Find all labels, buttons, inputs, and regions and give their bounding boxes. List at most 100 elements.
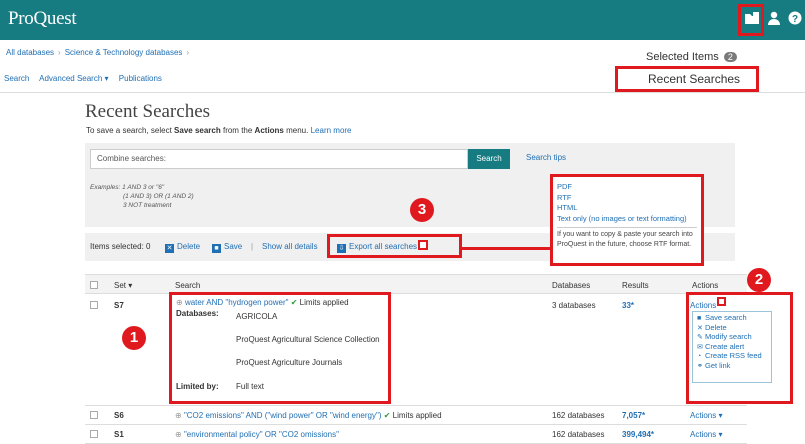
database-item: AGRICOLA bbox=[236, 312, 278, 321]
results-count[interactable]: 399,494* bbox=[622, 430, 654, 439]
save-label: Save bbox=[224, 242, 243, 251]
toolbar-divider: | bbox=[251, 242, 254, 251]
results-count[interactable]: 7,057* bbox=[622, 411, 645, 420]
row-checkbox[interactable] bbox=[90, 301, 98, 309]
db-count: 3 databases bbox=[552, 301, 596, 310]
nav-advanced-search-label: Advanced Search bbox=[39, 74, 103, 83]
subtitle-save-search: Save search bbox=[174, 126, 221, 135]
database-item: ProQuest Agriculture Journals bbox=[236, 358, 343, 367]
actions-dropdown: ■ Save search ✕ Delete ✎ Modify search ✉ Cre… bbox=[692, 311, 772, 383]
export-text-only[interactable]: Text only (no images or text formatting) bbox=[557, 214, 697, 225]
row-checkbox[interactable] bbox=[90, 411, 98, 419]
save-button[interactable]: ■ Save bbox=[212, 242, 242, 253]
db-count: 162 databases bbox=[552, 411, 605, 420]
actions-button[interactable]: Actions ▾ bbox=[690, 430, 722, 439]
items-selected: Items selected: 0 bbox=[90, 242, 151, 251]
check-icon: ✔ bbox=[290, 298, 298, 307]
envelope-icon: ✉ bbox=[697, 343, 703, 351]
chevron-down-icon: ▾ bbox=[104, 74, 109, 83]
nav-search[interactable]: Search bbox=[4, 74, 29, 83]
header-databases: Databases bbox=[552, 281, 591, 290]
folder-highlight-box bbox=[738, 4, 764, 36]
export-rtf[interactable]: RTF bbox=[557, 193, 697, 204]
export-format-menu: PDF RTF HTML Text only (no images or tex… bbox=[550, 174, 704, 266]
examples: Examples: 1 AND 3 or "6" (1 AND 3) OR (1… bbox=[90, 183, 194, 210]
row-checkbox[interactable] bbox=[90, 430, 98, 438]
database-item: ProQuest Agricultural Science Collection bbox=[236, 335, 380, 344]
main-nav: Search Advanced Search ▾ Publications bbox=[4, 74, 170, 83]
save-search-label: Save search bbox=[705, 313, 747, 322]
export-pdf[interactable]: PDF bbox=[557, 182, 697, 193]
nav-publications[interactable]: Publications bbox=[119, 74, 162, 83]
search-button[interactable]: Search bbox=[468, 149, 510, 169]
example-2: (1 AND 3) OR (1 AND 2) bbox=[123, 193, 194, 200]
table-row: S1 ⊕ "environmental policy" OR "CO2 omis… bbox=[85, 425, 747, 444]
set-id: S6 bbox=[114, 411, 124, 420]
proquest-logo[interactable]: ProQuest bbox=[8, 8, 77, 30]
select-all-checkbox[interactable] bbox=[90, 281, 98, 289]
expand-icon[interactable]: ⊕ bbox=[175, 430, 182, 439]
pencil-icon: ✎ bbox=[697, 334, 703, 342]
link-icon: ⚭ bbox=[697, 362, 703, 370]
actions-button[interactable]: Actions ▾ bbox=[690, 411, 722, 420]
export-html[interactable]: HTML bbox=[557, 203, 697, 214]
get-link-item[interactable]: ⚭ Get link bbox=[697, 361, 767, 372]
search-query-link[interactable]: "environmental policy" OR "CO2 omissions… bbox=[184, 430, 339, 439]
export-caret-highlight[interactable] bbox=[418, 240, 428, 250]
set-id: S1 bbox=[114, 430, 124, 439]
help-icon[interactable]: ? bbox=[787, 11, 803, 27]
create-alert-label: Create alert bbox=[705, 341, 745, 351]
check-icon: ✔ bbox=[383, 411, 391, 420]
selected-items[interactable]: Selected Items 2 bbox=[646, 51, 737, 63]
search-query-link[interactable]: water AND "hydrogen power" bbox=[185, 298, 289, 307]
limited-by-value: Full text bbox=[236, 382, 265, 391]
header-actions: Actions bbox=[692, 281, 719, 290]
header-set-label: Set bbox=[114, 281, 127, 290]
combine-searches-input[interactable]: Combine searches: bbox=[90, 149, 468, 169]
results-count[interactable]: 33* bbox=[622, 301, 634, 310]
subtitle-actions: Actions bbox=[254, 126, 284, 135]
example-3: 3 NOT treatment bbox=[123, 202, 172, 209]
delete-label: Delete bbox=[177, 242, 201, 251]
actions-caret-highlight[interactable] bbox=[717, 297, 726, 306]
expand-icon[interactable]: ⊕ bbox=[176, 298, 183, 307]
limits-applied: Limits applied bbox=[299, 298, 349, 307]
recent-searches-link[interactable]: Recent Searches bbox=[615, 66, 759, 92]
search-query: ⊕ "CO2 emissions" AND ("wind power" OR "… bbox=[175, 411, 442, 420]
subtitle-text-3: menu. bbox=[283, 126, 309, 135]
svg-text:?: ? bbox=[792, 14, 798, 25]
save-icon: ■ bbox=[697, 315, 702, 322]
delete-item-label: Delete bbox=[705, 322, 727, 332]
search-query: ⊕ "environmental policy" OR "CO2 omissio… bbox=[175, 430, 339, 439]
table-row: S6 ⊕ "CO2 emissions" AND ("wind power" O… bbox=[85, 406, 747, 425]
selected-items-count: 2 bbox=[723, 52, 737, 62]
learn-more-link[interactable]: Learn more bbox=[311, 126, 352, 135]
actions-label: Actions bbox=[690, 411, 717, 420]
nav-advanced-search[interactable]: Advanced Search ▾ bbox=[39, 74, 108, 83]
example-1: 1 AND 3 or "6" bbox=[122, 184, 165, 191]
show-all-details-link[interactable]: Show all details bbox=[262, 242, 318, 251]
expand-icon[interactable]: ⊕ bbox=[175, 411, 182, 420]
breadcrumb-science-tech[interactable]: Science & Technology databases bbox=[65, 48, 183, 57]
search-meta: Databases: AGRICOLA ProQuest Agricultura… bbox=[176, 308, 384, 396]
header-set[interactable]: Set ▾ bbox=[114, 281, 132, 290]
subtitle-text-1: To save a search, select bbox=[86, 126, 175, 135]
search-query-link[interactable]: "CO2 emissions" AND ("wind power" OR "wi… bbox=[184, 411, 382, 420]
page-subtitle: To save a search, select Save search fro… bbox=[86, 126, 352, 135]
databases-label: Databases: bbox=[176, 309, 219, 318]
search-tips-link[interactable]: Search tips bbox=[526, 153, 566, 162]
header-results: Results bbox=[622, 281, 649, 290]
breadcrumb-all-databases[interactable]: All databases bbox=[6, 48, 54, 57]
callout-3: 3 bbox=[410, 198, 434, 222]
table-header: Set ▾ Search Databases Results Actions bbox=[85, 274, 747, 294]
examples-label: Examples: bbox=[90, 184, 121, 191]
actions-label: Actions bbox=[690, 430, 717, 439]
create-rss-label: Create RSS feed bbox=[705, 351, 762, 361]
sort-icon: ▾ bbox=[128, 281, 133, 290]
export-highlight-box bbox=[327, 234, 462, 258]
delete-icon: ✕ bbox=[165, 244, 174, 253]
modify-search-label: Modify search bbox=[705, 332, 752, 342]
limited-by-label: Limited by: bbox=[176, 382, 219, 391]
delete-button[interactable]: ✕ Delete bbox=[165, 242, 200, 253]
user-icon[interactable] bbox=[766, 11, 782, 27]
